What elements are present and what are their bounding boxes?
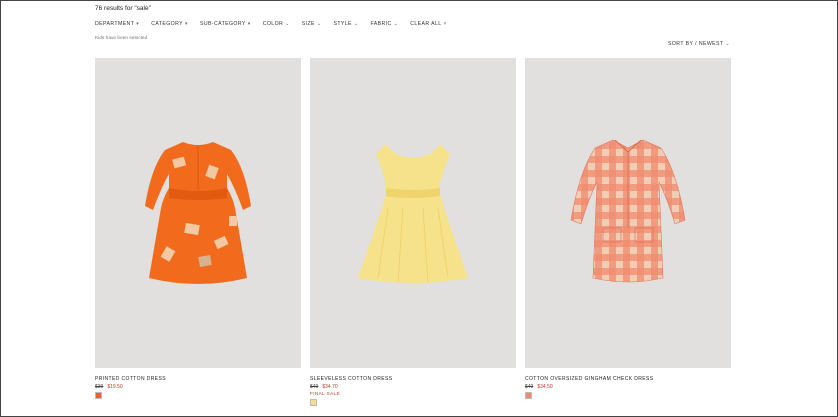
filter-label: FABRIC <box>370 21 392 27</box>
product-name[interactable]: COTTON OVERSIZED GINGHAM CHECK DRESS <box>525 376 731 382</box>
original-price: $49 <box>525 384 534 390</box>
product-image[interactable] <box>310 58 516 368</box>
price-row: $49 $34.70 <box>310 384 516 390</box>
filter-color[interactable]: COLOR ⌄ <box>263 21 290 27</box>
product-card[interactable]: PRINTED COTTON DRESS $39 $19.50 <box>95 58 301 406</box>
filter-label: CLEAR ALL <box>410 21 442 27</box>
gingham-dress-illustration <box>570 139 686 283</box>
color-swatch[interactable] <box>525 392 532 399</box>
product-grid: PRINTED COTTON DRESS $39 $19.50 SLEEVELE… <box>95 58 731 406</box>
price-row: $39 $19.50 <box>95 384 301 390</box>
filter-label: SIZE <box>301 21 315 27</box>
original-price: $49 <box>310 384 319 390</box>
chevron-down-icon: ⌄ <box>353 21 359 27</box>
filter-bar: DEPARTMENT ▾ CATEGORY ▾ SUB-CATEGORY ▾ C… <box>95 21 459 27</box>
chevron-down-icon: ⌄ <box>725 41 730 47</box>
product-card[interactable]: COTTON OVERSIZED GINGHAM CHECK DRESS $49… <box>525 58 731 406</box>
product-name[interactable]: SLEEVELESS COTTON DRESS <box>310 376 516 382</box>
filter-fabric[interactable]: FABRIC ⌄ <box>371 21 399 27</box>
caret-down-icon: ▾ <box>247 21 251 27</box>
color-swatch[interactable] <box>310 399 317 406</box>
chevron-down-icon: ⌄ <box>316 21 322 27</box>
price-row: $49 $34.50 <box>525 384 731 390</box>
final-sale-badge: FINAL SALE <box>310 392 341 397</box>
sort-dropdown[interactable]: SORT BY / NEWEST ⌄ <box>668 41 730 47</box>
sale-price: $34.50 <box>537 384 553 390</box>
filter-size[interactable]: SIZE ⌄ <box>302 21 322 27</box>
product-image[interactable] <box>525 58 731 368</box>
close-icon: × <box>443 21 447 27</box>
product-card[interactable]: SLEEVELESS COTTON DRESS $49 $34.70 FINAL… <box>310 58 516 406</box>
original-price: $39 <box>95 384 104 390</box>
sort-label: SORT BY / NEWEST <box>668 41 724 47</box>
printed-dress-illustration <box>145 142 251 284</box>
filter-sub-category[interactable]: SUB-CATEGORY ▾ <box>200 21 251 27</box>
clear-all-button[interactable]: CLEAR ALL × <box>410 21 447 27</box>
sale-price: $34.70 <box>322 384 338 390</box>
sleeveless-dress-illustration <box>358 144 468 284</box>
filter-status-text: Kids have been selected <box>95 36 148 41</box>
filter-label: CATEGORY <box>151 21 184 27</box>
color-swatch[interactable] <box>95 392 102 399</box>
product-name[interactable]: PRINTED COTTON DRESS <box>95 376 301 382</box>
chevron-down-icon: ⌄ <box>393 21 399 27</box>
filter-label: COLOR <box>262 21 284 27</box>
filter-label: DEPARTMENT <box>95 21 135 27</box>
filter-category[interactable]: CATEGORY ▾ <box>151 21 188 27</box>
filter-style[interactable]: STYLE ⌄ <box>333 21 358 27</box>
filter-label: STYLE <box>333 21 352 27</box>
chevron-down-icon: ⌄ <box>285 21 290 27</box>
filter-label: SUB-CATEGORY <box>199 21 246 27</box>
caret-down-icon: ▾ <box>136 21 140 27</box>
caret-down-icon: ▾ <box>185 21 188 27</box>
product-image[interactable] <box>95 58 301 368</box>
sale-price: $19.50 <box>107 384 123 390</box>
filter-department[interactable]: DEPARTMENT ▾ <box>95 21 139 27</box>
results-count: 76 results for "sale" <box>95 5 151 12</box>
